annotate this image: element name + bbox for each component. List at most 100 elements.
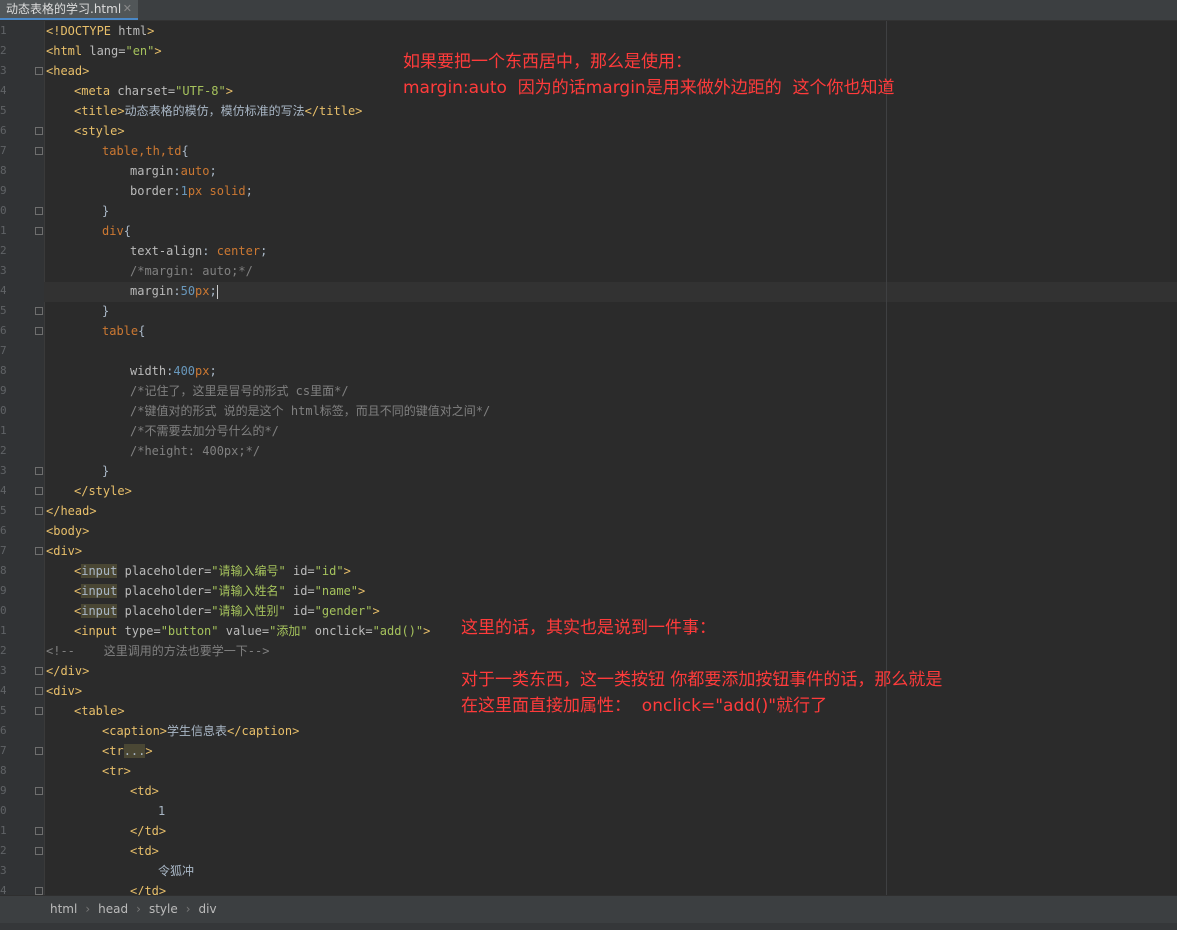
fold-marker-icon[interactable] <box>35 707 43 715</box>
code-token: charset= <box>117 84 176 98</box>
breadcrumb-bar: html › head › style › div <box>0 895 1177 930</box>
code-line[interactable]: 1 <box>46 801 165 821</box>
code-line[interactable]: <td> <box>46 781 159 801</box>
code-line[interactable]: 令狐冲 <box>46 861 194 881</box>
line-number: 4 <box>0 84 6 97</box>
code-line[interactable]: /*记住了，这里是冒号的形式 cs里面*/ <box>46 381 349 401</box>
code-token: </td> <box>130 824 167 838</box>
fold-marker-icon[interactable] <box>35 467 43 475</box>
code-line[interactable]: <head> <box>46 61 89 81</box>
code-token: margin <box>130 284 174 298</box>
code-line[interactable]: <body> <box>46 521 89 541</box>
code-line[interactable]: /*键值对的形式 说的是这个 html标签，而且不同的键值对之间*/ <box>46 401 490 421</box>
code-token: <meta <box>74 84 118 98</box>
code-line[interactable]: margin:auto; <box>46 161 217 181</box>
line-number: 7 <box>0 344 6 357</box>
code-line[interactable]: /*margin: auto;*/ <box>46 261 253 281</box>
code-line[interactable]: </td> <box>46 881 166 895</box>
fold-marker-icon[interactable] <box>35 507 43 515</box>
fold-marker-icon[interactable] <box>35 787 43 795</box>
fold-marker-icon[interactable] <box>35 227 43 235</box>
line-number: 1 <box>0 224 6 237</box>
file-tab[interactable]: 动态表格的学习.html ✕ <box>0 0 138 20</box>
line-number: 1 <box>0 624 6 637</box>
code-token: > <box>372 604 380 618</box>
line-number: 9 <box>0 384 6 397</box>
code-token: > <box>225 84 233 98</box>
code-line[interactable]: <html lang="en"> <box>46 41 162 61</box>
code-line[interactable]: <input placeholder="请输入编号" id="id"> <box>46 561 351 581</box>
code-line[interactable]: width:400px; <box>46 361 217 381</box>
line-number: 2 <box>0 244 6 257</box>
fold-marker-icon[interactable] <box>35 887 43 895</box>
annotation-centering-line2: margin:auto 因为的话margin是用来做外边距的 这个你也知道 <box>403 78 895 98</box>
code-line[interactable]: } <box>46 201 109 221</box>
breadcrumb-div[interactable]: div <box>199 902 217 916</box>
fold-marker-icon[interactable] <box>35 127 43 135</box>
fold-marker-icon[interactable] <box>35 147 43 155</box>
fold-marker-icon[interactable] <box>35 207 43 215</box>
code-token: input <box>81 584 118 598</box>
line-number: 5 <box>0 104 6 117</box>
fold-marker-icon[interactable] <box>35 667 43 675</box>
fold-marker-icon[interactable] <box>35 67 43 75</box>
code-line[interactable]: border:1px solid; <box>46 181 253 201</box>
breadcrumb-html[interactable]: html <box>50 902 77 916</box>
code-line[interactable]: <div> <box>46 681 82 701</box>
code-line[interactable]: </div> <box>46 661 89 681</box>
line-number: 1 <box>0 424 6 437</box>
code-line[interactable]: </style> <box>46 481 132 501</box>
code-line[interactable]: <input type="button" value="添加" onclick=… <box>46 621 430 641</box>
code-line[interactable]: } <box>46 461 109 481</box>
code-line[interactable]: <td> <box>46 841 159 861</box>
code-line[interactable]: <div> <box>46 541 82 561</box>
code-line[interactable]: </head> <box>46 501 97 521</box>
code-token: placeholder= <box>124 564 212 578</box>
code-line[interactable]: <input placeholder="请输入性别" id="gender"> <box>46 601 380 621</box>
code-line[interactable]: <table> <box>46 701 125 721</box>
code-line[interactable]: text-align: center; <box>46 241 267 261</box>
code-line[interactable]: table,th,td{ <box>46 141 189 161</box>
code-line[interactable]: margin:50px; <box>46 281 218 301</box>
fold-marker-icon[interactable] <box>35 847 43 855</box>
line-number: 3 <box>0 464 6 477</box>
code-line[interactable]: } <box>46 301 109 321</box>
code-line[interactable]: <style> <box>46 121 125 141</box>
code-token: "id" <box>314 564 344 578</box>
code-line[interactable]: <input placeholder="请输入姓名" id="name"> <box>46 581 365 601</box>
code-token: "name" <box>314 584 359 598</box>
fold-marker-icon[interactable] <box>35 307 43 315</box>
code-token: > <box>343 564 351 578</box>
fold-marker-icon[interactable] <box>35 747 43 755</box>
code-line[interactable]: </td> <box>46 821 166 841</box>
code-token: id= <box>292 604 315 618</box>
close-tab-icon[interactable]: ✕ <box>123 0 132 18</box>
breadcrumb-style[interactable]: style <box>149 902 178 916</box>
fold-marker-icon[interactable] <box>35 687 43 695</box>
code-editor[interactable]: 1 2 3 4 5 6 7 8 9 0 1 2 3 4 5 6 7 8 9 0 1 2 3 4 5 6 7 8 9 0 1 2 3 4 5 6 7 8 9 0… <box>0 21 1177 895</box>
code-line[interactable]: table{ <box>46 321 145 341</box>
code-line[interactable]: div{ <box>46 221 131 241</box>
line-number: 0 <box>0 604 6 617</box>
code-line[interactable]: <!DOCTYPE html> <box>46 21 154 41</box>
code-line[interactable]: <tr> <box>46 761 131 781</box>
line-number: 8 <box>0 164 6 177</box>
code-token: ; <box>260 244 268 258</box>
code-line[interactable]: /*不需要去加分号什么的*/ <box>46 421 279 441</box>
code-line[interactable]: <caption>学生信息表</caption> <box>46 721 299 741</box>
line-number: 7 <box>0 544 6 557</box>
breadcrumb-head[interactable]: head <box>98 902 128 916</box>
code-token: > <box>423 624 431 638</box>
code-line[interactable]: <!-- 这里调用的方法也要学一下--> <box>46 641 269 661</box>
fold-marker-icon[interactable] <box>35 547 43 555</box>
code-token: { <box>123 224 131 238</box>
code-line[interactable]: <meta charset="UTF-8"> <box>46 81 233 101</box>
fold-marker-icon[interactable] <box>35 827 43 835</box>
fold-marker-icon[interactable] <box>35 327 43 335</box>
code-line[interactable]: /*height: 400px;*/ <box>46 441 260 461</box>
code-line[interactable]: <tr...> <box>46 741 153 761</box>
code-line[interactable]: <title>动态表格的模仿，模仿标准的写法</title> <box>46 101 362 121</box>
fold-marker-icon[interactable] <box>35 487 43 495</box>
